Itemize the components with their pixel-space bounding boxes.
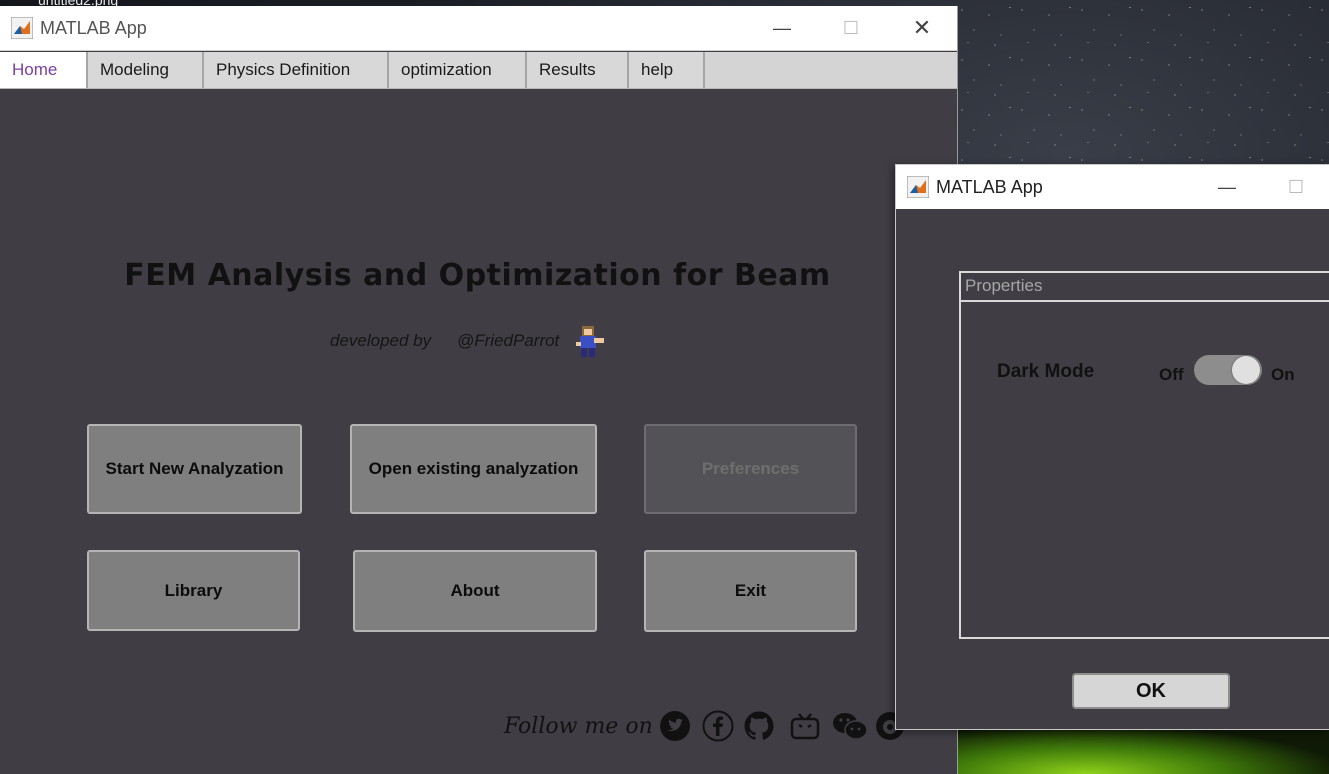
switch-knob[interactable] bbox=[1232, 356, 1260, 384]
exit-button[interactable]: Exit bbox=[644, 550, 857, 632]
tab-physics-definition[interactable]: Physics Definition bbox=[204, 52, 389, 88]
main-titlebar[interactable]: MATLAB App — ☐ ✕ bbox=[0, 6, 957, 51]
dialog-titlebar[interactable]: MATLAB App — ☐ bbox=[896, 165, 1329, 209]
minimize-button[interactable]: — bbox=[759, 6, 805, 50]
developer-avatar-icon bbox=[572, 324, 606, 360]
facebook-icon[interactable] bbox=[702, 710, 734, 742]
dialog-minimize-button[interactable]: — bbox=[1204, 165, 1250, 209]
library-button[interactable]: Library bbox=[87, 550, 300, 631]
wechat-icon[interactable] bbox=[832, 710, 868, 742]
tab-results[interactable]: Results bbox=[527, 52, 629, 88]
switch-on-label: On bbox=[1271, 365, 1295, 384]
follow-me-label: Follow me on bbox=[504, 714, 653, 739]
github-icon[interactable] bbox=[743, 710, 775, 742]
main-window: MATLAB App — ☐ ✕ Home Modeling Physics D… bbox=[0, 6, 958, 774]
dialog-title: MATLAB App bbox=[936, 177, 1043, 197]
dark-mode-label: Dark Mode bbox=[997, 361, 1095, 382]
properties-panel-title: Properties bbox=[961, 273, 1329, 302]
tab-optimization[interactable]: optimization bbox=[389, 52, 527, 88]
ok-button[interactable]: OK bbox=[1072, 673, 1230, 709]
switch-off-label: Off bbox=[1159, 365, 1184, 384]
preferences-button[interactable]: Preferences bbox=[644, 424, 857, 514]
bilibili-icon[interactable] bbox=[789, 710, 821, 742]
developer-handle: @FriedParrot bbox=[457, 331, 560, 350]
dialog-maximize-button[interactable]: ☐ bbox=[1273, 165, 1319, 209]
close-button[interactable]: ✕ bbox=[899, 6, 945, 50]
twitter-icon[interactable] bbox=[659, 710, 691, 742]
open-existing-analyzation-button[interactable]: Open existing analyzation bbox=[350, 424, 597, 514]
tab-home[interactable]: Home bbox=[0, 52, 88, 88]
matlab-icon bbox=[907, 176, 929, 198]
tab-modeling[interactable]: Modeling bbox=[88, 52, 204, 88]
about-button[interactable]: About bbox=[353, 550, 597, 632]
developed-by-label: developed by bbox=[330, 331, 432, 350]
page-title: FEM Analysis and Optimization for Beam bbox=[124, 258, 831, 293]
tent-glow bbox=[956, 728, 1329, 774]
starry-sky bbox=[956, 0, 1329, 170]
maximize-button[interactable]: ☐ bbox=[828, 6, 874, 50]
dark-mode-switch[interactable] bbox=[1194, 355, 1262, 385]
matlab-icon bbox=[11, 17, 33, 39]
tab-help[interactable]: help bbox=[629, 52, 705, 88]
properties-panel: Properties Dark Mode Off On bbox=[959, 271, 1329, 639]
start-new-analyzation-button[interactable]: Start New Analyzation bbox=[87, 424, 302, 514]
main-window-title: MATLAB App bbox=[40, 18, 147, 38]
preferences-dialog: MATLAB App — ☐ Properties Dark Mode Off … bbox=[895, 164, 1329, 730]
tab-bar: Home Modeling Physics Definition optimiz… bbox=[0, 52, 957, 89]
